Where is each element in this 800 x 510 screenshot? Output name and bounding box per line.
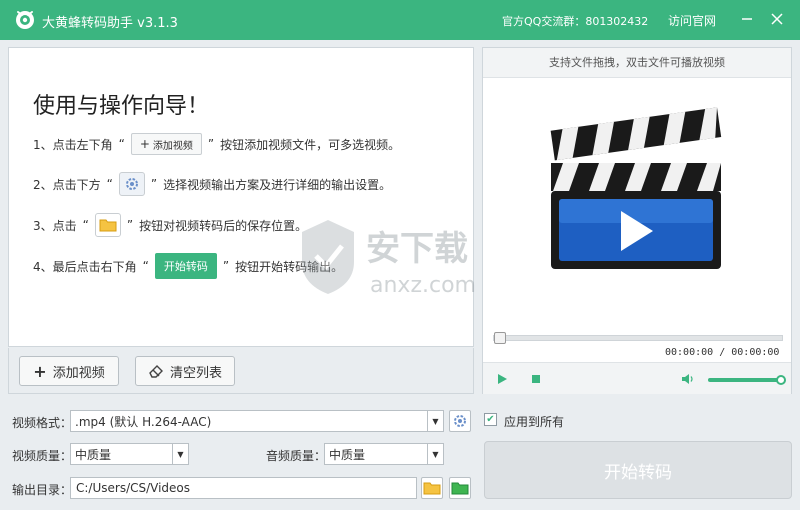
open-folder-icon <box>451 482 469 495</box>
eraser-icon <box>149 365 163 378</box>
add-video-label: 添加视频 <box>52 365 105 381</box>
video-player[interactable]: 支持文件拖拽，双击文件可播放视频 00:00:00 / 00:00:00 <box>482 47 792 394</box>
clear-list-button[interactable]: 清空列表 <box>135 356 235 386</box>
plus-icon: + <box>139 137 150 151</box>
output-dir-input[interactable]: C:/Users/CS/Videos <box>70 477 417 499</box>
folder-icon <box>94 213 121 237</box>
browse-folder-button[interactable] <box>421 477 443 499</box>
minimize-icon[interactable] <box>738 10 756 28</box>
qq-group-text: 官方QQ交流群：801302432 <box>502 15 649 28</box>
format-select[interactable]: .mp4 (默认 H.264-AAC) ▼ <box>70 410 444 432</box>
quote: ” <box>126 218 134 232</box>
output-dir-label: 输出目录： <box>12 483 73 497</box>
step4-text: 4、最后点击右下角 <box>33 259 137 274</box>
sample-add-video-button: + 添加视频 <box>130 133 202 155</box>
seek-handle[interactable] <box>494 332 506 344</box>
video-quality-label: 视频质量： <box>12 449 73 463</box>
plus-icon: + <box>33 361 47 381</box>
format-settings-button[interactable] <box>449 410 471 432</box>
audio-quality-label: 音频质量： <box>266 449 327 463</box>
chevron-down-icon: ▼ <box>172 444 188 464</box>
sample-add-label: 添加视频 <box>152 140 193 152</box>
step1-text: 1、点击左下角 <box>33 137 113 152</box>
audio-quality-select[interactable]: 中质量 ▼ <box>324 443 444 465</box>
settings-icon <box>118 172 145 196</box>
video-quality-value: 中质量 <box>75 447 112 462</box>
step3-text: 3、点击 <box>33 218 77 233</box>
player-stage[interactable] <box>483 79 791 329</box>
quote: “ <box>106 177 113 191</box>
video-quality-select[interactable]: 中质量 ▼ <box>70 443 189 465</box>
format-label: 视频格式： <box>12 416 73 430</box>
guide-step-3: 3、点击 “ ” 按钮对视频转码后的保存位置。 <box>33 212 307 238</box>
step2-text-post: 选择视频输出方案及进行详细的输出设置。 <box>163 177 392 192</box>
step2-text: 2、点击下方 <box>33 177 101 192</box>
total-time: 00:00:00 <box>731 347 780 358</box>
step1-text-post: 按钮添加视频文件，可多选视频。 <box>220 137 401 152</box>
volume-handle[interactable] <box>776 375 786 385</box>
time-separator: / <box>719 347 726 358</box>
stop-icon[interactable] <box>529 372 543 386</box>
player-hint: 支持文件拖拽，双击文件可播放视频 <box>483 48 791 78</box>
guide-heading: 使用与操作向导！ <box>33 94 210 119</box>
time-display: 00:00:00 / 00:00:00 <box>665 347 779 358</box>
audio-quality-value: 中质量 <box>329 447 366 462</box>
start-convert-button[interactable]: 开始转码 <box>484 441 792 499</box>
quote: ” <box>207 137 215 151</box>
clapperboard-icon <box>550 107 722 269</box>
watermark-logo: 安下载 anxz.com <box>302 220 476 298</box>
chevron-down-icon: ▼ <box>427 411 443 431</box>
guide-step-1: 1、点击左下角 “ + 添加视频 ” 按钮添加视频文件，可多选视频。 <box>33 131 400 157</box>
current-time: 00:00:00 <box>665 347 714 358</box>
quote: “ <box>142 259 149 273</box>
watermark-text: 安下载 <box>366 229 468 269</box>
guide-step-2: 2、点击下方 “ ” 选择视频输出方案及进行详细的输出设置。 <box>33 171 391 197</box>
volume-icon[interactable] <box>681 372 695 386</box>
format-value: .mp4 (默认 H.264-AAC) <box>75 414 212 429</box>
watermark-sub: anxz.com <box>370 273 476 298</box>
quote: ” <box>150 177 158 191</box>
list-toolbar: + 添加视频 清空列表 <box>8 348 474 394</box>
clear-list-label: 清空列表 <box>169 365 222 381</box>
visit-site-link[interactable]: 访问官网 <box>668 12 716 29</box>
seek-slider[interactable] <box>493 332 783 344</box>
quote: ” <box>222 259 230 273</box>
apply-all-label: 应用到所有 <box>504 415 565 429</box>
sample-start-button: 开始转码 <box>154 253 217 279</box>
player-controls <box>483 362 791 394</box>
step3-text-post: 按钮对视频转码后的保存位置。 <box>139 218 308 233</box>
app-logo-icon <box>16 11 34 29</box>
folder-icon <box>423 482 441 495</box>
title-bar: 大黄蜂转码助手 v3.1.3 官方QQ交流群：801302432 访问官网 <box>0 0 800 40</box>
open-folder-button[interactable] <box>449 477 471 499</box>
quote: “ <box>118 137 125 151</box>
quote: “ <box>82 218 89 232</box>
add-video-button[interactable]: + 添加视频 <box>19 356 119 386</box>
app-title: 大黄蜂转码助手 v3.1.3 <box>42 16 178 31</box>
volume-slider[interactable] <box>708 375 786 385</box>
file-list-panel[interactable]: 使用与操作向导！ 1、点击左下角 “ + 添加视频 ” 按钮添加视频文件，可多选… <box>8 47 474 347</box>
settings-icon <box>454 415 466 427</box>
check-icon: ✔ <box>486 414 495 425</box>
chevron-down-icon: ▼ <box>427 444 443 464</box>
close-icon[interactable] <box>768 10 786 28</box>
play-icon[interactable] <box>495 372 509 386</box>
apply-all-checkbox[interactable]: ✔ <box>484 413 497 426</box>
